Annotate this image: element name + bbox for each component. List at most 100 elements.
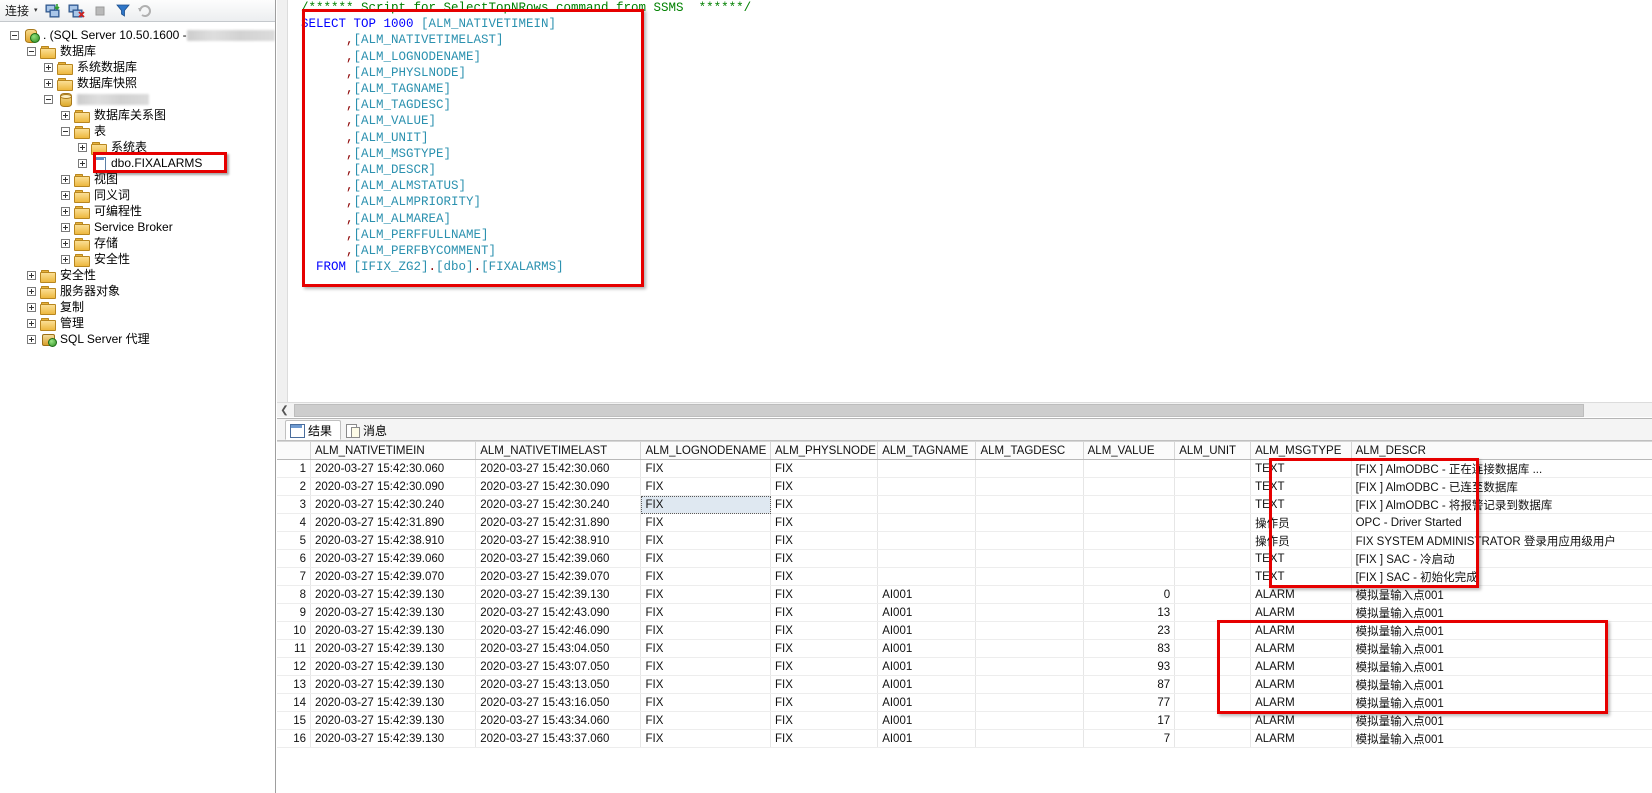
- results-tab-strip[interactable]: 结果消息: [277, 419, 1652, 441]
- grid-cell[interactable]: FIX: [641, 496, 771, 514]
- connect-object-explorer-icon[interactable]: [44, 1, 64, 20]
- grid-cell[interactable]: FIX: [771, 568, 878, 586]
- grid-cell[interactable]: [1083, 460, 1175, 478]
- grid-cell[interactable]: 模拟量输入点001: [1351, 622, 1652, 640]
- grid-cell[interactable]: [1175, 712, 1251, 730]
- grid-cell[interactable]: 2020-03-27 15:42:39.070: [476, 568, 641, 586]
- grid-cell[interactable]: 2020-03-27 15:42:39.130: [310, 622, 475, 640]
- grid-cell[interactable]: 2020-03-27 15:42:46.090: [476, 622, 641, 640]
- grid-cell[interactable]: 2020-03-27 15:42:30.240: [310, 496, 475, 514]
- grid-cell[interactable]: FIX: [641, 532, 771, 550]
- tree-node[interactable]: 存储: [0, 235, 275, 251]
- table-row[interactable]: 62020-03-27 15:42:39.0602020-03-27 15:42…: [277, 550, 1652, 568]
- tree-node[interactable]: 复制: [0, 299, 275, 315]
- column-header[interactable]: ALM_PHYSLNODE: [771, 442, 878, 460]
- grid-cell[interactable]: FIX: [771, 496, 878, 514]
- grid-cell[interactable]: [976, 712, 1083, 730]
- grid-cell[interactable]: [976, 586, 1083, 604]
- grid-cell[interactable]: ALARM: [1251, 622, 1351, 640]
- grid-cell[interactable]: [976, 550, 1083, 568]
- grid-cell[interactable]: 2020-03-27 15:43:34.060: [476, 712, 641, 730]
- grid-cell[interactable]: 2020-03-27 15:42:38.910: [476, 532, 641, 550]
- grid-cell[interactable]: 13: [1083, 604, 1175, 622]
- tree-node[interactable]: 表: [0, 123, 275, 139]
- grid-cell[interactable]: FIX: [771, 676, 878, 694]
- grid-cell[interactable]: FIX: [641, 550, 771, 568]
- table-row[interactable]: 142020-03-27 15:42:39.1302020-03-27 15:4…: [277, 694, 1652, 712]
- table-row[interactable]: 102020-03-27 15:42:39.1302020-03-27 15:4…: [277, 622, 1652, 640]
- expand-icon[interactable]: [78, 159, 87, 168]
- grid-cell[interactable]: FIX: [641, 730, 771, 748]
- grid-cell[interactable]: 模拟量输入点001: [1351, 658, 1652, 676]
- grid-cell[interactable]: 模拟量输入点001: [1351, 586, 1652, 604]
- grid-cell[interactable]: 2020-03-27 15:42:39.130: [310, 658, 475, 676]
- grid-cell[interactable]: 2020-03-27 15:43:07.050: [476, 658, 641, 676]
- grid-cell[interactable]: 2020-03-27 15:42:39.130: [476, 586, 641, 604]
- grid-cell[interactable]: 17: [1083, 712, 1175, 730]
- object-explorer-tree[interactable]: . (SQL Server 10.50.1600 - 数据库系统数据库数据库快照…: [0, 23, 275, 793]
- grid-cell[interactable]: [1083, 568, 1175, 586]
- tree-node[interactable]: 系统表: [0, 139, 275, 155]
- grid-cell[interactable]: AI001: [878, 658, 976, 676]
- table-row[interactable]: 22020-03-27 15:42:30.0902020-03-27 15:42…: [277, 478, 1652, 496]
- grid-cell[interactable]: 77: [1083, 694, 1175, 712]
- grid-cell[interactable]: [FIX ] SAC - 初始化完成: [1351, 568, 1652, 586]
- grid-cell[interactable]: FIX: [771, 514, 878, 532]
- expand-icon[interactable]: [61, 239, 70, 248]
- filter-icon[interactable]: [113, 1, 133, 20]
- grid-cell[interactable]: 模拟量输入点001: [1351, 712, 1652, 730]
- grid-cell[interactable]: FIX: [771, 694, 878, 712]
- grid-cell[interactable]: [FIX ] SAC - 冷启动: [1351, 550, 1652, 568]
- connect-button-label[interactable]: 连接: [3, 1, 31, 21]
- expand-icon[interactable]: [61, 207, 70, 216]
- grid-cell[interactable]: FIX: [771, 460, 878, 478]
- column-header[interactable]: ALM_MSGTYPE: [1251, 442, 1351, 460]
- grid-cell[interactable]: 模拟量输入点001: [1351, 640, 1652, 658]
- grid-cell[interactable]: [878, 550, 976, 568]
- grid-cell[interactable]: 2020-03-27 15:42:30.240: [476, 496, 641, 514]
- results-grid-header-row[interactable]: ALM_NATIVETIMEINALM_NATIVETIMELASTALM_LO…: [277, 442, 1652, 460]
- grid-cell[interactable]: [976, 676, 1083, 694]
- grid-cell[interactable]: ALARM: [1251, 694, 1351, 712]
- column-header[interactable]: ALM_LOGNODENAME: [641, 442, 771, 460]
- results-grid[interactable]: ALM_NATIVETIMEINALM_NATIVETIMELASTALM_LO…: [277, 441, 1652, 748]
- grid-cell[interactable]: TEXT: [1251, 460, 1351, 478]
- grid-cell[interactable]: 2020-03-27 15:42:38.910: [310, 532, 475, 550]
- expand-icon[interactable]: [27, 287, 36, 296]
- grid-cell[interactable]: [878, 568, 976, 586]
- expand-icon[interactable]: [44, 63, 53, 72]
- tree-node[interactable]: 安全性: [0, 251, 275, 267]
- grid-cell[interactable]: 2020-03-27 15:43:04.050: [476, 640, 641, 658]
- grid-cell[interactable]: [976, 514, 1083, 532]
- table-row[interactable]: 92020-03-27 15:42:39.1302020-03-27 15:42…: [277, 604, 1652, 622]
- grid-cell[interactable]: 2020-03-27 15:43:16.050: [476, 694, 641, 712]
- grid-cell[interactable]: FIX: [641, 676, 771, 694]
- tree-node[interactable]: 服务器对象: [0, 283, 275, 299]
- grid-cell[interactable]: ALARM: [1251, 586, 1351, 604]
- column-header[interactable]: ALM_UNIT: [1175, 442, 1251, 460]
- tree-node[interactable]: dbo.FIXALARMS: [0, 155, 275, 171]
- grid-cell[interactable]: 2020-03-27 15:42:30.060: [476, 460, 641, 478]
- table-row[interactable]: 42020-03-27 15:42:31.8902020-03-27 15:42…: [277, 514, 1652, 532]
- grid-cell[interactable]: 2020-03-27 15:42:31.890: [476, 514, 641, 532]
- collapse-icon[interactable]: [27, 47, 36, 56]
- sql-editor-pane[interactable]: /****** Script for SelectTopNRows comman…: [277, 0, 1652, 405]
- grid-cell[interactable]: [1083, 550, 1175, 568]
- grid-cell[interactable]: 模拟量输入点001: [1351, 604, 1652, 622]
- tab-results[interactable]: 结果: [285, 420, 341, 440]
- grid-corner-header[interactable]: [277, 442, 310, 460]
- grid-cell[interactable]: AI001: [878, 586, 976, 604]
- tree-node[interactable]: 数据库: [0, 43, 275, 59]
- grid-cell[interactable]: FIX: [771, 604, 878, 622]
- grid-cell[interactable]: FIX: [641, 658, 771, 676]
- column-header[interactable]: ALM_DESCR: [1351, 442, 1652, 460]
- editor-horizontal-scrollbar[interactable]: ❮: [277, 402, 1652, 417]
- grid-cell[interactable]: [1175, 550, 1251, 568]
- grid-cell[interactable]: [976, 730, 1083, 748]
- grid-cell[interactable]: AI001: [878, 640, 976, 658]
- grid-cell[interactable]: TEXT: [1251, 550, 1351, 568]
- column-header[interactable]: ALM_TAGDESC: [976, 442, 1083, 460]
- grid-cell[interactable]: FIX: [641, 694, 771, 712]
- table-row[interactable]: 132020-03-27 15:42:39.1302020-03-27 15:4…: [277, 676, 1652, 694]
- tree-node[interactable]: 可编程性: [0, 203, 275, 219]
